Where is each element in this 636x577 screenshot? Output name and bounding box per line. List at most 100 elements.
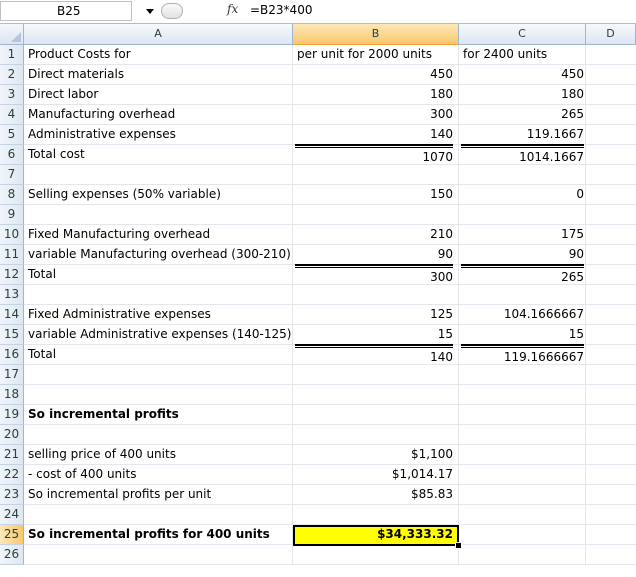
cell-c[interactable] [461,485,584,505]
cell-c[interactable] [461,405,584,425]
row-header[interactable]: 25 [0,525,24,545]
cell-c[interactable]: 104.1666667 [461,305,584,325]
cell-c[interactable] [461,545,584,565]
cell-a[interactable]: Direct materials [28,65,291,85]
cell-a[interactable]: Total [28,265,291,285]
cell-a[interactable]: variable Administrative expenses (140-12… [28,325,291,345]
cell-c[interactable]: 180 [461,85,584,105]
cell-a[interactable]: So incremental profits [28,405,291,425]
cell-b[interactable]: 140 [295,345,453,365]
cell-b[interactable]: $85.83 [295,485,453,505]
cell-b[interactable] [295,205,453,225]
cell-c[interactable]: 90 [461,245,584,265]
row-header[interactable]: 19 [0,405,24,425]
cell-c[interactable] [461,445,584,465]
row-header[interactable]: 16 [0,345,24,365]
cell-b[interactable]: $34,333.32 [295,525,453,545]
cell-b[interactable]: 180 [295,85,453,105]
cell-a[interactable]: So incremental profits for 400 units [28,525,291,545]
cell-b[interactable]: 150 [295,185,453,205]
row-header[interactable]: 14 [0,305,24,325]
cell-b[interactable]: 300 [295,105,453,125]
cell-a[interactable]: Administrative expenses [28,125,291,145]
row-header[interactable]: 21 [0,445,24,465]
cell-b[interactable] [295,425,453,445]
cell-c[interactable]: 265 [461,265,584,285]
row-header[interactable]: 8 [0,185,24,205]
cell-b[interactable] [295,405,453,425]
column-header-a[interactable]: A [24,24,293,45]
cell-a[interactable]: Total [28,345,291,365]
cell-a[interactable] [28,545,291,565]
cell-a[interactable] [28,425,291,445]
cell-a[interactable]: variable Manufacturing overhead (300-210… [28,245,291,265]
formula-cancel-button[interactable] [161,3,183,19]
cell-b[interactable]: $1,014.17 [295,465,453,485]
row-header[interactable]: 23 [0,485,24,505]
row-header[interactable]: 18 [0,385,24,405]
cell-a[interactable]: - cost of 400 units [28,465,291,485]
cell-c[interactable]: 119.1666667 [461,345,584,365]
cell-b[interactable] [295,165,453,185]
cell-c[interactable] [461,505,584,525]
row-header[interactable]: 12 [0,265,24,285]
column-header-c[interactable]: C [459,24,586,45]
cell-a[interactable]: Selling expenses (50% variable) [28,185,291,205]
cell-b[interactable]: 125 [295,305,453,325]
cell-c[interactable]: 119.1667 [461,125,584,145]
cell-c[interactable] [461,385,584,405]
cell-b[interactable]: $1,100 [295,445,453,465]
row-header[interactable]: 11 [0,245,24,265]
formula-input[interactable]: =B23*400 [250,3,312,17]
row-header[interactable]: 1 [0,45,24,65]
row-header[interactable]: 20 [0,425,24,445]
cell-b[interactable] [295,545,453,565]
cell-c[interactable] [461,465,584,485]
row-header[interactable]: 3 [0,85,24,105]
cell-c[interactable]: 1014.1667 [461,145,584,165]
row-header[interactable]: 2 [0,65,24,85]
cell-a[interactable] [28,285,291,305]
column-header-d[interactable]: D [586,24,636,45]
cell-b[interactable]: per unit for 2000 units [295,45,455,65]
cell-a[interactable] [28,205,291,225]
cell-b[interactable]: 15 [295,325,453,345]
cell-b[interactable]: 300 [295,265,453,285]
row-header[interactable]: 26 [0,545,24,565]
cell-c[interactable] [461,525,584,545]
cell-c[interactable]: 265 [461,105,584,125]
cell-b[interactable]: 140 [295,125,453,145]
cell-b[interactable]: 90 [295,245,453,265]
cell-c[interactable] [461,425,584,445]
cell-a[interactable] [28,165,291,185]
cell-c[interactable] [461,165,584,185]
cell-c[interactable] [461,205,584,225]
cell-a[interactable]: Manufacturing overhead [28,105,291,125]
cell-b[interactable] [295,365,453,385]
cell-c[interactable]: 450 [461,65,584,85]
row-header[interactable]: 24 [0,505,24,525]
cell-a[interactable]: Fixed Administrative expenses [28,305,291,325]
cell-a[interactable]: Fixed Manufacturing overhead [28,225,291,245]
cell-a[interactable]: Direct labor [28,85,291,105]
cell-c[interactable]: 175 [461,225,584,245]
cell-b[interactable] [295,385,453,405]
row-header[interactable]: 10 [0,225,24,245]
cell-a[interactable]: Total cost [28,145,291,165]
column-header-b[interactable]: B [293,24,459,45]
insert-function-icon[interactable]: fx [227,2,238,16]
row-header[interactable]: 4 [0,105,24,125]
cell-a[interactable]: Product Costs for [28,45,291,65]
row-header[interactable]: 13 [0,285,24,305]
cell-c[interactable] [461,365,584,385]
cell-a[interactable]: So incremental profits per unit [28,485,291,505]
name-box[interactable]: B25 [0,1,132,21]
cell-a[interactable]: selling price of 400 units [28,445,291,465]
cell-a[interactable] [28,385,291,405]
cell-b[interactable] [295,285,453,305]
select-all-corner[interactable] [0,24,24,45]
cell-a[interactable] [28,505,291,525]
cell-c[interactable]: 15 [461,325,584,345]
row-header[interactable]: 5 [0,125,24,145]
cell-c[interactable] [461,285,584,305]
